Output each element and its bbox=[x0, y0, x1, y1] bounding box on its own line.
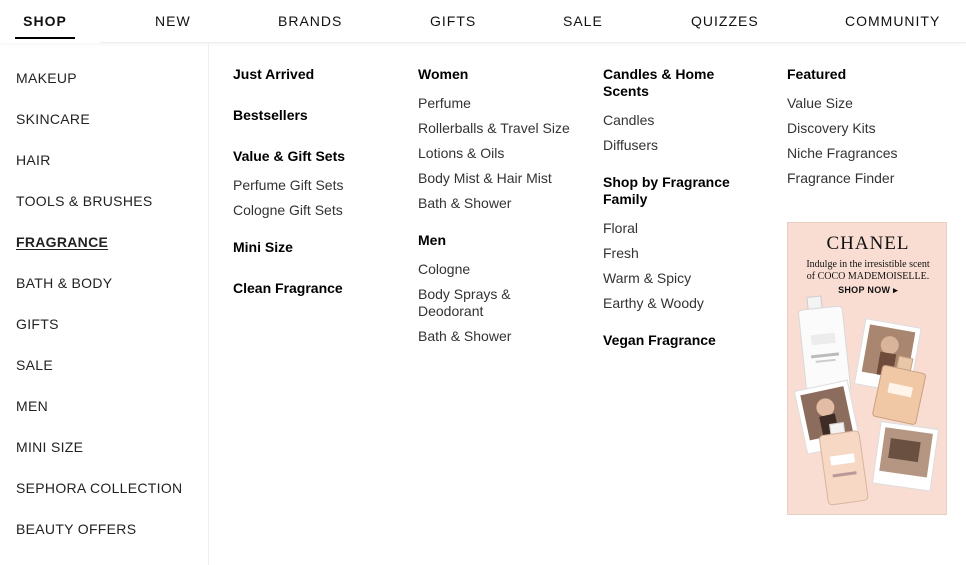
sidebar-item-beauty-offers[interactable]: BEAUTY OFFERS bbox=[16, 521, 136, 537]
sidebar-item-men[interactable]: MEN bbox=[16, 398, 48, 414]
menu-heading-just-arrived[interactable]: Just Arrived bbox=[233, 66, 314, 83]
sidebar-item-bath-body[interactable]: BATH & BODY bbox=[16, 275, 112, 291]
tab-sale[interactable]: SALE bbox=[563, 0, 603, 42]
tab-gifts[interactable]: GIFTS bbox=[430, 0, 476, 42]
menu-heading-clean-fragrance[interactable]: Clean Fragrance bbox=[233, 280, 343, 297]
menu-heading-candles-line1[interactable]: Candles & Home bbox=[603, 66, 714, 83]
tab-brands[interactable]: BRANDS bbox=[278, 0, 342, 42]
sidebar-item-mini-size[interactable]: MINI SIZE bbox=[16, 439, 83, 455]
ad-tagline-line2: of COCO MADEMOISELLE. bbox=[806, 271, 930, 282]
sidebar-item-hair[interactable]: HAIR bbox=[16, 152, 51, 168]
menu-heading-men[interactable]: Men bbox=[418, 232, 446, 249]
tab-community[interactable]: COMMUNITY bbox=[845, 0, 940, 42]
menu-heading-family-line2[interactable]: Family bbox=[603, 191, 647, 208]
ad-brand-logo: CHANEL bbox=[826, 233, 910, 254]
menu-link-cologne-gift-sets[interactable]: Cologne Gift Sets bbox=[233, 202, 343, 219]
menu-link-body-sprays-line2[interactable]: Deodorant bbox=[418, 303, 483, 320]
menu-link-perfume-gift-sets[interactable]: Perfume Gift Sets bbox=[233, 177, 343, 194]
menu-link-earthy-woody[interactable]: Earthy & Woody bbox=[603, 295, 704, 312]
chanel-promo-banner[interactable]: CHANEL Indulge in the irresistible scent… bbox=[787, 222, 947, 515]
menu-heading-featured[interactable]: Featured bbox=[787, 66, 846, 83]
sidebar-item-gifts[interactable]: GIFTS bbox=[16, 316, 59, 332]
menu-link-diffusers[interactable]: Diffusers bbox=[603, 137, 658, 154]
sidebar-item-tools-brushes[interactable]: TOOLS & BRUSHES bbox=[16, 193, 153, 209]
sidebar-item-skincare[interactable]: SKINCARE bbox=[16, 111, 90, 127]
category-sidebar: MAKEUP SKINCARE HAIR TOOLS & BRUSHES FRA… bbox=[0, 42, 209, 565]
tab-shop[interactable]: SHOP bbox=[0, 0, 100, 43]
menu-link-niche-fragrances[interactable]: Niche Fragrances bbox=[787, 145, 898, 162]
menu-link-candles[interactable]: Candles bbox=[603, 112, 654, 129]
menu-heading-women[interactable]: Women bbox=[418, 66, 468, 83]
active-tab-underline bbox=[15, 37, 75, 39]
ad-tagline-line1: Indulge in the irresistible scent bbox=[806, 259, 930, 270]
menu-link-discovery-kits[interactable]: Discovery Kits bbox=[787, 120, 876, 137]
menu-link-body-sprays-line1[interactable]: Body Sprays & bbox=[418, 286, 511, 303]
sidebar-item-makeup[interactable]: MAKEUP bbox=[16, 70, 77, 86]
tab-shop-label: SHOP bbox=[23, 13, 67, 29]
menu-link-fresh[interactable]: Fresh bbox=[603, 245, 639, 262]
menu-link-body-mist-hair-mist[interactable]: Body Mist & Hair Mist bbox=[418, 170, 552, 187]
menu-link-perfume[interactable]: Perfume bbox=[418, 95, 471, 112]
sidebar-item-fragrance[interactable]: FRAGRANCE bbox=[16, 234, 108, 250]
menu-heading-candles-line2[interactable]: Scents bbox=[603, 83, 649, 100]
menu-link-warm-spicy[interactable]: Warm & Spicy bbox=[603, 270, 691, 287]
menu-link-women-bath-shower[interactable]: Bath & Shower bbox=[418, 195, 511, 212]
menu-heading-bestsellers[interactable]: Bestsellers bbox=[233, 107, 308, 124]
menu-link-fragrance-finder[interactable]: Fragrance Finder bbox=[787, 170, 894, 187]
sidebar-item-sephora-collection[interactable]: SEPHORA COLLECTION bbox=[16, 480, 182, 496]
tab-new[interactable]: NEW bbox=[155, 0, 191, 42]
menu-heading-vegan-fragrance[interactable]: Vegan Fragrance bbox=[603, 332, 716, 349]
menu-link-floral[interactable]: Floral bbox=[603, 220, 638, 237]
tab-quizzes[interactable]: QUIZZES bbox=[691, 0, 759, 42]
menu-link-cologne[interactable]: Cologne bbox=[418, 261, 470, 278]
menu-link-men-bath-shower[interactable]: Bath & Shower bbox=[418, 328, 511, 345]
menu-link-value-size[interactable]: Value Size bbox=[787, 95, 853, 112]
ad-product-collage-image bbox=[793, 295, 940, 506]
menu-heading-family-line1[interactable]: Shop by Fragrance bbox=[603, 174, 730, 191]
top-navigation: SHOP NEW BRANDS GIFTS SALE QUIZZES COMMU… bbox=[0, 0, 966, 43]
menu-heading-value-gift-sets[interactable]: Value & Gift Sets bbox=[233, 148, 345, 165]
sidebar-item-sale[interactable]: SALE bbox=[16, 357, 53, 373]
menu-link-lotions-oils[interactable]: Lotions & Oils bbox=[418, 145, 504, 162]
menu-link-rollerballs-travel-size[interactable]: Rollerballs & Travel Size bbox=[418, 120, 570, 137]
menu-heading-mini-size[interactable]: Mini Size bbox=[233, 239, 293, 256]
